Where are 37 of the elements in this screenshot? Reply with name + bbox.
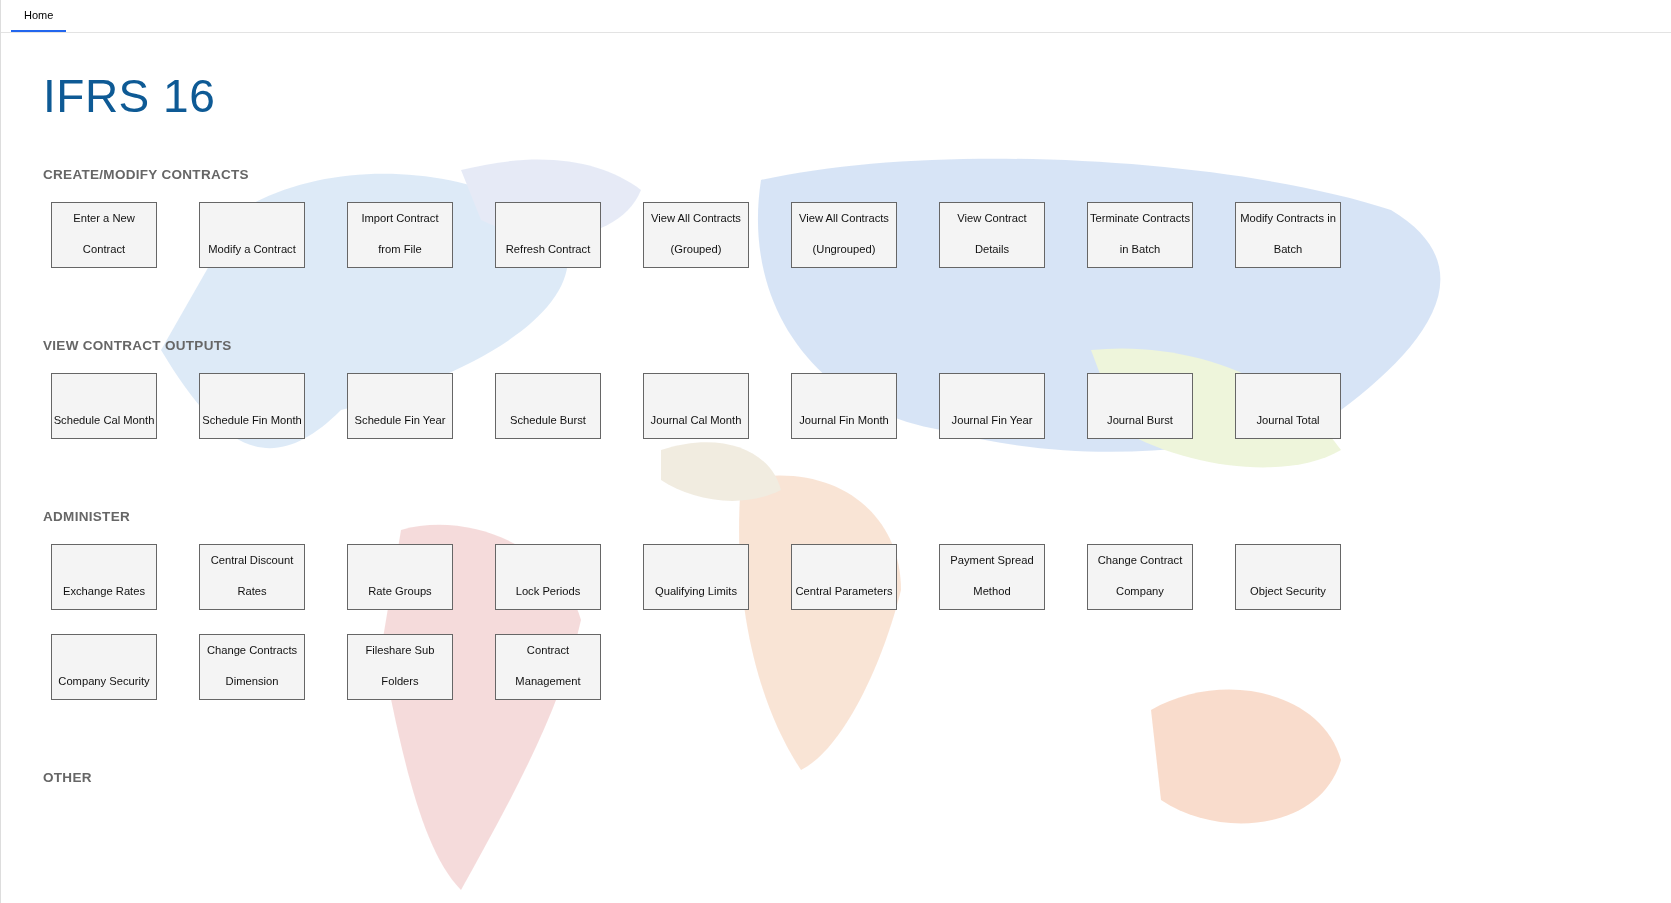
- nav-button[interactable]: Terminate Contracts in Batch: [1087, 202, 1193, 268]
- nav-button[interactable]: Refresh Contract: [495, 202, 601, 268]
- nav-button[interactable]: Schedule Burst: [495, 373, 601, 439]
- nav-button[interactable]: Central Discount Rates: [199, 544, 305, 610]
- nav-button[interactable]: View Contract Details: [939, 202, 1045, 268]
- page-tab[interactable]: Home: [11, 0, 67, 32]
- nav-button[interactable]: Change Contracts Dimension: [199, 634, 305, 700]
- nav-button[interactable]: Schedule Fin Year: [347, 373, 453, 439]
- nav-button[interactable]: Journal Burst: [1087, 373, 1193, 439]
- nav-button[interactable]: Exchange Rates: [51, 544, 157, 610]
- nav-button[interactable]: Lock Periods: [495, 544, 601, 610]
- nav-button[interactable]: Modify a Contract: [199, 202, 305, 268]
- nav-button[interactable]: Contract Management: [495, 634, 601, 700]
- nav-button[interactable]: Schedule Fin Month: [199, 373, 305, 439]
- nav-button[interactable]: View All Contracts (Grouped): [643, 202, 749, 268]
- nav-button[interactable]: Qualifying Limits: [643, 544, 749, 610]
- section-heading: OTHER: [43, 770, 93, 785]
- nav-button[interactable]: Fileshare Sub Folders: [347, 634, 453, 700]
- section-heading: VIEW CONTRACT OUTPUTS: [43, 338, 233, 353]
- nav-button[interactable]: Rate Groups: [347, 544, 453, 610]
- page-title: IFRS 16: [43, 69, 217, 123]
- nav-button[interactable]: Enter a New Contract: [51, 202, 157, 268]
- section-heading: CREATE/MODIFY CONTRACTS: [43, 167, 250, 182]
- nav-button[interactable]: Journal Fin Month: [791, 373, 897, 439]
- nav-button[interactable]: Journal Cal Month: [643, 373, 749, 439]
- nav-button[interactable]: Import Contract from File: [347, 202, 453, 268]
- nav-button[interactable]: Central Parameters: [791, 544, 897, 610]
- nav-button[interactable]: Journal Fin Year: [939, 373, 1045, 439]
- nav-button[interactable]: Modify Contracts in Batch: [1235, 202, 1341, 268]
- nav-button[interactable]: Change Contract Company: [1087, 544, 1193, 610]
- section-heading: ADMINISTER: [43, 509, 131, 524]
- nav-button[interactable]: Payment Spread Method: [939, 544, 1045, 610]
- nav-button[interactable]: View All Contracts (Ungrouped): [791, 202, 897, 268]
- nav-button[interactable]: Journal Total: [1235, 373, 1341, 439]
- nav-button[interactable]: Company Security: [51, 634, 157, 700]
- nav-button[interactable]: Object Security: [1235, 544, 1341, 610]
- nav-button[interactable]: Schedule Cal Month: [51, 373, 157, 439]
